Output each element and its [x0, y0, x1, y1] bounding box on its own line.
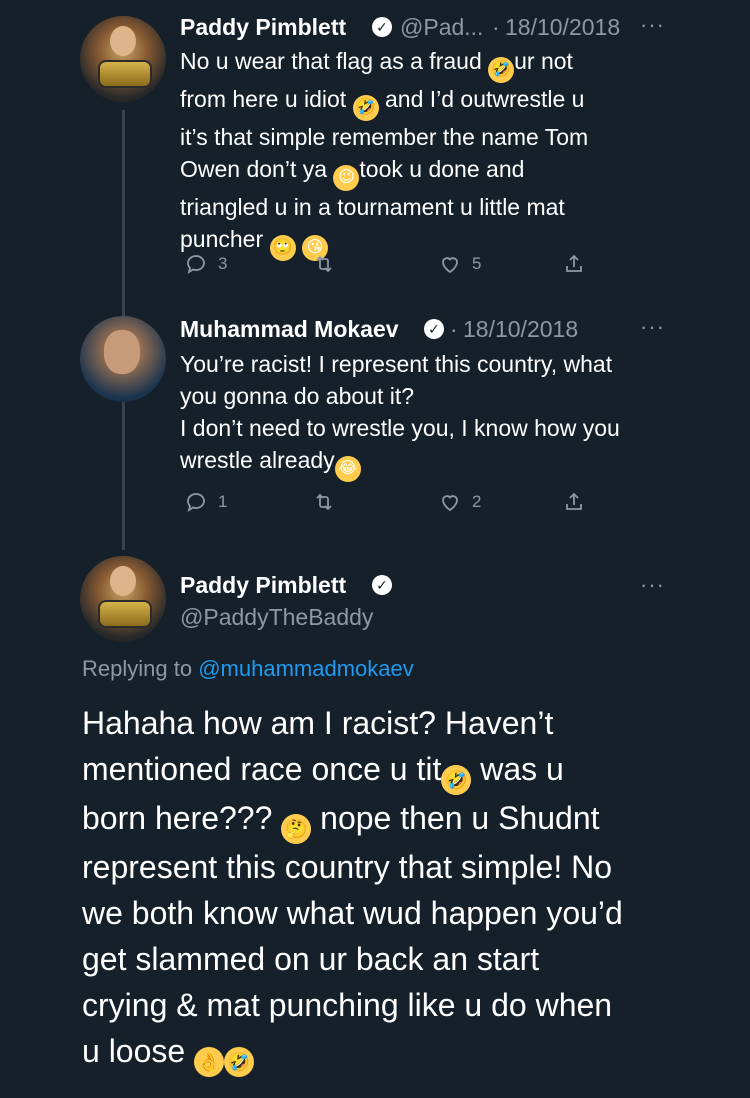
separator-dot: · — [450, 316, 458, 342]
separator-dot: · — [492, 14, 500, 40]
reply-icon — [187, 493, 205, 512]
avatar[interactable] — [80, 556, 166, 642]
tweet-text: Hahaha how am I racist? Haven’t mentione… — [82, 700, 712, 1077]
wink-emoji-icon: 😉 — [333, 165, 360, 191]
verified-icon: ✓ — [424, 319, 444, 339]
like-icon — [442, 257, 458, 274]
author-name[interactable]: Muhammad Mokaev — [180, 316, 399, 343]
reply-count: 1 — [218, 492, 228, 511]
like-icon — [442, 495, 458, 512]
share-button[interactable] — [562, 490, 586, 514]
verified-icon: ✓ — [372, 17, 392, 37]
avatar[interactable] — [80, 316, 166, 402]
share-button[interactable] — [562, 252, 586, 276]
more-icon[interactable]: ··· — [640, 12, 665, 38]
eye-roll-emoji-icon: 🙄 — [269, 235, 296, 261]
rofl-emoji-icon: 🤣 — [352, 95, 379, 121]
replying-to-label: Replying to — [82, 656, 193, 681]
tweet-text: No u wear that flag as a fraud 🤣 ur not f… — [180, 45, 700, 261]
like-count: 2 — [472, 492, 482, 511]
tweet-text: You’re racist! I represent this country,… — [180, 348, 720, 482]
like-button[interactable]: 5 — [438, 252, 481, 276]
thinking-emoji-icon: 🤔 — [281, 814, 312, 844]
retweet-button[interactable] — [312, 252, 336, 276]
more-icon[interactable]: ··· — [640, 314, 665, 340]
avatar[interactable] — [80, 16, 166, 102]
reply-icon — [187, 255, 205, 274]
author-name[interactable]: Paddy Pimblett — [180, 572, 346, 599]
like-count: 5 — [472, 254, 482, 273]
share-icon — [566, 492, 582, 510]
more-icon[interactable]: ··· — [640, 572, 665, 598]
retweet-button[interactable] — [312, 490, 336, 514]
like-button[interactable]: 2 — [438, 490, 481, 514]
author-handle[interactable]: @Pad... — [400, 14, 483, 41]
tears-of-joy-emoji-icon: 😂 — [334, 456, 361, 482]
author-handle[interactable]: @PaddyTheBaddy — [180, 604, 373, 631]
share-icon — [566, 254, 582, 272]
tweet-date[interactable]: 18/10/2018 — [505, 14, 620, 41]
rofl-emoji-icon: 🤣 — [441, 765, 472, 795]
replying-to-handle-link[interactable]: @muhammadmokaev — [198, 656, 414, 681]
ok-hand-emoji-icon: 👌 — [194, 1047, 225, 1077]
rofl-emoji-icon: 🤣 — [224, 1047, 255, 1077]
retweet-icon — [316, 255, 332, 273]
reply-count: 3 — [218, 254, 228, 273]
reply-button[interactable]: 3 — [184, 252, 227, 276]
tweet-date[interactable]: 18/10/2018 — [463, 316, 578, 343]
reply-button[interactable]: 1 — [184, 490, 227, 514]
verified-icon: ✓ — [372, 575, 392, 595]
author-name[interactable]: Paddy Pimblett — [180, 14, 346, 41]
retweet-icon — [316, 493, 332, 511]
replying-to: Replying to @muhammadmokaev — [82, 656, 414, 682]
rofl-emoji-icon: 🤣 — [488, 57, 515, 83]
